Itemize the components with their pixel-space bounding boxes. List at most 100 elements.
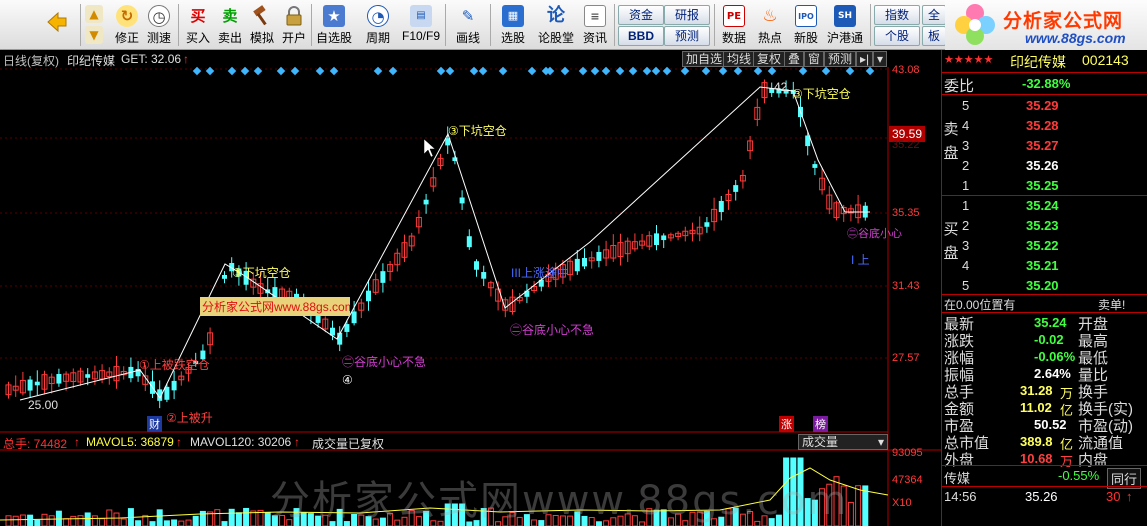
- stat-value: 2.64%: [1034, 366, 1071, 381]
- toolbar-xiuzheng[interactable]: ↻ 修正: [110, 2, 144, 48]
- forecast-button[interactable]: 预测: [664, 26, 710, 46]
- toolbar-cesu[interactable]: ◷ 测速: [142, 2, 176, 48]
- candle-body: [661, 235, 667, 241]
- lock-icon: [283, 5, 305, 27]
- weibi-label: 委比: [944, 78, 975, 95]
- forum-icon: 论: [547, 5, 565, 26]
- indicator-dropdown[interactable]: 成交量 ▾: [798, 434, 888, 450]
- signal-diamond: [205, 66, 215, 76]
- sell-order-row[interactable]: 2 35.26: [942, 156, 1147, 176]
- volume-bar: [149, 521, 156, 526]
- toolbar-sell[interactable]: 卖 卖出: [213, 2, 247, 48]
- stock-title-row: ★★★★★ 印纪传媒 002143: [942, 50, 1147, 70]
- signal-diamond: [329, 66, 339, 76]
- up-arrow-icon: ↑: [294, 435, 300, 449]
- sector-change: -0.55%: [1058, 468, 1100, 483]
- sell-order-row[interactable]: 5 35.29: [942, 96, 1147, 116]
- favorites-icon: ★: [323, 5, 345, 27]
- buy-order-row[interactable]: 3 35.22: [942, 236, 1147, 256]
- volume-bar: [862, 485, 869, 526]
- signal-diamond: [642, 66, 652, 76]
- signal-diamond: [373, 66, 383, 76]
- board-button[interactable]: 板: [922, 26, 946, 46]
- toolbar-draw[interactable]: ✎ 画线: [448, 2, 488, 48]
- buy-order-row[interactable]: 4 35.21: [942, 256, 1147, 276]
- research-button[interactable]: 研报: [664, 5, 710, 25]
- sell-order-row[interactable]: 1 35.25: [942, 176, 1147, 196]
- sell-order-row[interactable]: 4 35.28: [942, 116, 1147, 136]
- annotation-label: ③下坑空仓: [232, 266, 291, 280]
- sector-row[interactable]: 传媒 -0.55% 同行: [942, 466, 1147, 489]
- volume-bar: [135, 520, 142, 526]
- toolbar-f10[interactable]: ▤ F10/F9: [400, 2, 442, 48]
- candle-body: [423, 199, 429, 205]
- order-price: 35.24: [1026, 198, 1059, 213]
- candle-body: [344, 324, 350, 332]
- sell-one-label[interactable]: 卖单!: [1098, 296, 1125, 313]
- annotation-label: ②上被升: [166, 411, 213, 425]
- sell-order-row[interactable]: 3 35.27: [942, 136, 1147, 156]
- toolbar-open-account[interactable]: 开户: [277, 2, 311, 48]
- toolbar-label: 测速: [146, 31, 171, 45]
- buy-order-row[interactable]: 1 35.24: [942, 196, 1147, 216]
- buy-order-row[interactable]: 5 35.20: [942, 276, 1147, 296]
- candle-body: [380, 271, 386, 283]
- stat-value: 11.02: [1020, 400, 1052, 415]
- tick-volume: 30: [1106, 489, 1121, 504]
- toolbar-sh-hk[interactable]: SH 沪港通: [825, 2, 865, 48]
- signal-diamond: [478, 66, 488, 76]
- volume-bar: [12, 515, 19, 526]
- toolbar-stock-picker[interactable]: ▦ 选股: [493, 2, 533, 48]
- buy-order-row[interactable]: 2 35.23: [942, 216, 1147, 236]
- toolbar-separator: [614, 4, 615, 46]
- toolbar-forum[interactable]: 论 论股堂: [536, 2, 576, 48]
- volume-bar: [214, 509, 221, 526]
- toolbar-hot[interactable]: ♨ 热点: [753, 2, 787, 48]
- order-price: 35.21: [1026, 258, 1059, 273]
- candle-body: [351, 311, 357, 324]
- order-level: 3: [962, 138, 970, 153]
- signal-diamond: [680, 66, 690, 76]
- toolbar-news[interactable]: ≡ 资讯: [578, 2, 612, 48]
- scroll-up-button[interactable]: ▲ ▼: [83, 2, 105, 48]
- volume-axis-label: 93095: [892, 447, 923, 459]
- signal-diamond: [498, 66, 508, 76]
- back-button[interactable]: [40, 2, 74, 48]
- pe-data-icon: PE: [723, 5, 745, 27]
- toolbar-separator: [178, 4, 179, 46]
- volume-bar: [19, 514, 26, 526]
- volume-bar: [63, 518, 70, 526]
- toolbar-buy[interactable]: 买 买入: [181, 2, 215, 48]
- candle-body: [524, 290, 530, 297]
- signal-diamond: [767, 66, 777, 76]
- tick-time: 14:56: [944, 489, 977, 504]
- signal-diamond: [865, 66, 875, 76]
- stock-button[interactable]: 个股: [874, 26, 920, 46]
- rise-tag[interactable]: 涨: [779, 416, 794, 432]
- signal-diamond: [445, 66, 455, 76]
- price-axis-label: 27.57: [892, 352, 920, 364]
- toolbar-simulate[interactable]: 模拟: [245, 2, 279, 48]
- volume-bar: [185, 519, 192, 526]
- toolbar-data[interactable]: PE 数据: [717, 2, 751, 48]
- toolbar-period[interactable]: ◔ 周期: [359, 2, 397, 48]
- toolbar-watchlist[interactable]: ★ 自选股: [314, 2, 354, 48]
- stat-value: 389.8: [1020, 434, 1053, 449]
- candle-body: [481, 272, 487, 279]
- bbd-button[interactable]: BBD: [618, 26, 664, 46]
- order-level: 2: [962, 218, 970, 233]
- fund-button[interactable]: 资金: [618, 5, 664, 25]
- index-button[interactable]: 指数: [874, 5, 920, 25]
- all-button[interactable]: 全: [922, 5, 946, 25]
- toolbar-ipo[interactable]: IPO 新股: [789, 2, 823, 48]
- finance-tag[interactable]: 财: [147, 416, 162, 432]
- toolbar-label: 开户: [281, 31, 306, 45]
- candles-group: [5, 79, 868, 409]
- toolbar-separator: [490, 4, 491, 46]
- candle-body: [466, 236, 472, 248]
- signal-diamond: [718, 66, 728, 76]
- f10-icon: ▤: [410, 5, 432, 27]
- signal-diamond: [821, 66, 831, 76]
- sh-hk-icon: SH: [834, 5, 856, 27]
- rank-tag[interactable]: 榜: [813, 416, 828, 432]
